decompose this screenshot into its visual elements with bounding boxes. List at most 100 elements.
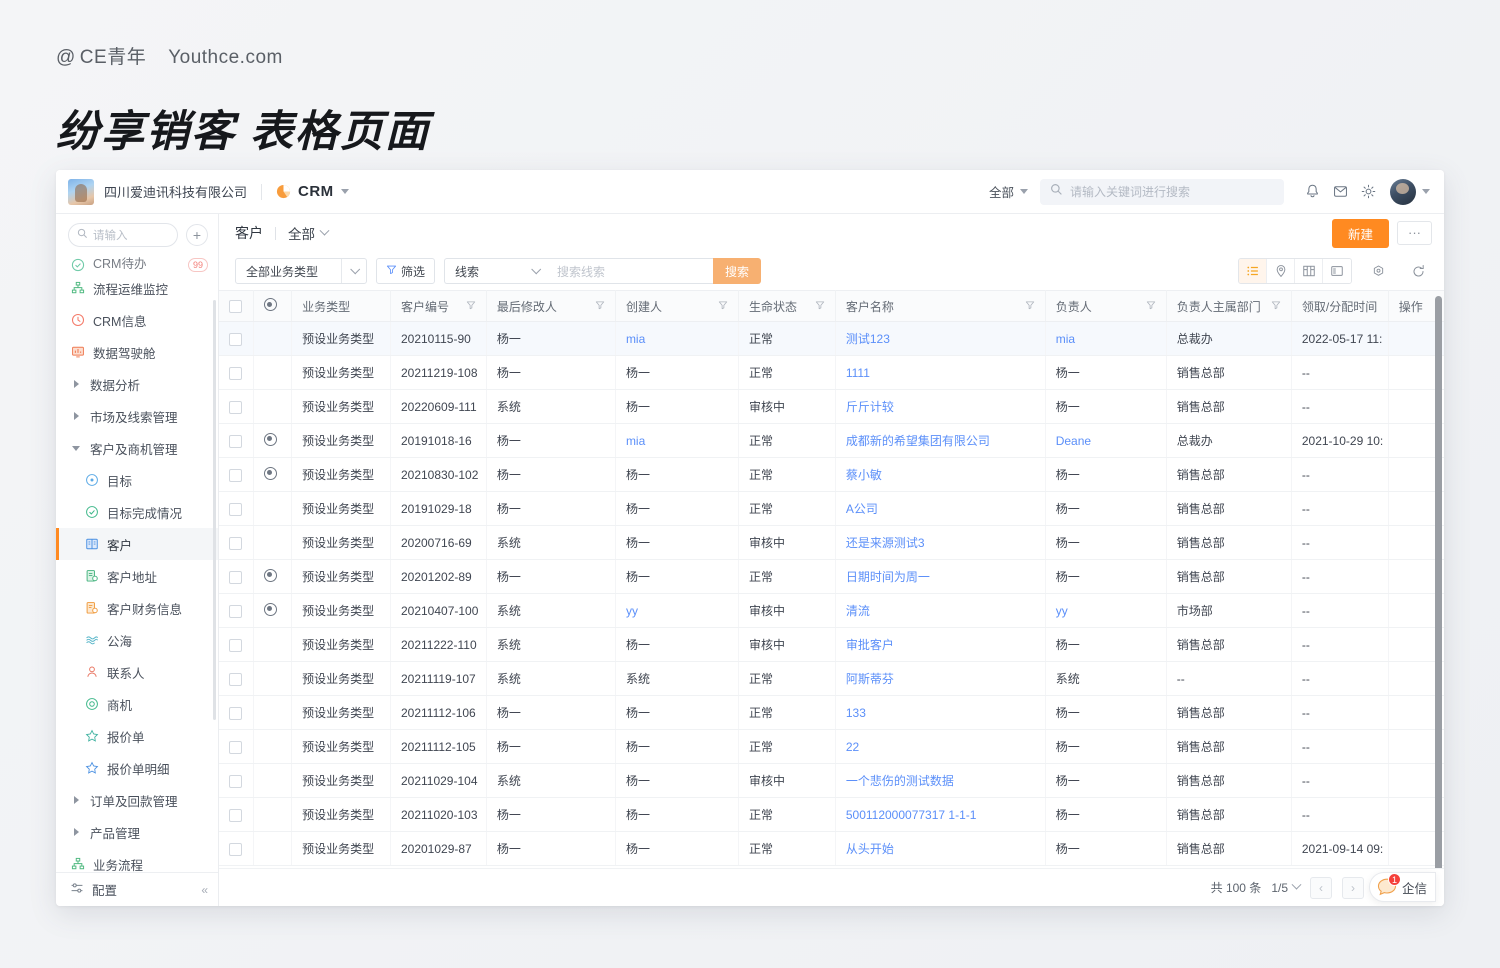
app-switcher[interactable]: CRM <box>276 183 349 200</box>
row-marker-cell[interactable] <box>253 831 293 866</box>
page-scrollbar[interactable] <box>1435 290 1442 868</box>
more-actions-button[interactable]: ··· <box>1397 221 1432 245</box>
table-row[interactable]: 预设业务类型 20210407-100 系统 yy 审核中 清流 yy 市场部 -- <box>219 593 1444 628</box>
row-checkbox[interactable] <box>229 434 242 448</box>
row-marker-icon[interactable] <box>263 602 277 616</box>
sidebar-footer-config[interactable]: 配置 « <box>56 872 218 906</box>
row-checkbox[interactable] <box>229 638 242 652</box>
sidebar-item-customer-address[interactable]: 客户地址 <box>56 560 218 592</box>
table-row[interactable]: 预设业务类型 20211020-103 杨一 杨一 正常 500112000077317 … <box>219 797 1444 832</box>
cell-customer-name[interactable]: 审批客户 <box>835 627 1046 662</box>
row-checkbox-cell[interactable] <box>219 831 254 866</box>
kanban-view-icon[interactable] <box>1295 259 1323 283</box>
th-select-all[interactable] <box>219 290 254 322</box>
cell-customer-name[interactable]: 还是来源测试3 <box>835 525 1046 560</box>
row-marker-icon[interactable] <box>263 432 277 446</box>
row-checkbox-cell[interactable] <box>219 661 254 696</box>
sidebar-item-crm-info[interactable]: CRM信息 <box>56 304 218 336</box>
chevron-down-icon[interactable] <box>340 189 349 194</box>
row-checkbox[interactable] <box>229 740 242 754</box>
row-checkbox[interactable] <box>229 604 242 618</box>
cell-customer-name[interactable]: 蔡小敏 <box>835 457 1046 492</box>
th-customer-name[interactable]: 客户名称 <box>835 290 1046 322</box>
row-marker-cell[interactable] <box>253 321 293 356</box>
sidebar-group-data-analysis[interactable]: 数据分析 <box>56 368 218 400</box>
row-checkbox[interactable] <box>229 366 242 380</box>
cell-customer-name[interactable]: 500112000077317 1-1-1 <box>835 797 1046 832</box>
row-checkbox-cell[interactable] <box>219 525 254 560</box>
row-checkbox-cell[interactable] <box>219 763 254 798</box>
row-checkbox-cell[interactable] <box>219 729 254 764</box>
table-row[interactable]: 预设业务类型 20211029-104 系统 杨一 审核中 一个悲伤的测试数据 杨一 销售总部… <box>219 763 1444 798</box>
sidebar-group-customer-opportunity[interactable]: 客户及商机管理 <box>56 432 218 464</box>
sidebar-item-quote-detail[interactable]: 报价单明细 <box>56 752 218 784</box>
sidebar-search-input[interactable]: 请输入 <box>68 223 178 247</box>
search-button[interactable]: 搜索 <box>713 258 762 284</box>
column-settings-icon[interactable] <box>1364 257 1392 285</box>
row-checkbox-cell[interactable] <box>219 355 254 390</box>
funnel-icon[interactable] <box>718 299 728 313</box>
table-row[interactable]: 预设业务类型 20211222-110 系统 杨一 审核中 审批客户 杨一 销售总部 -- <box>219 627 1444 662</box>
row-marker-cell[interactable] <box>253 729 293 764</box>
row-checkbox-cell[interactable] <box>219 797 254 832</box>
cell-customer-name[interactable]: 阿斯蒂芬 <box>835 661 1046 696</box>
sidebar-item-public-sea[interactable]: 公海 <box>56 624 218 656</box>
view-selector[interactable]: 全部 <box>288 223 330 243</box>
cell-creator[interactable]: mia <box>615 423 740 458</box>
sidebar-item-quote[interactable]: 报价单 <box>56 720 218 752</box>
row-checkbox-cell[interactable] <box>219 491 254 526</box>
funnel-icon[interactable] <box>1271 299 1281 313</box>
search-scope-select[interactable]: 线索 <box>444 258 548 284</box>
funnel-icon[interactable] <box>466 299 476 313</box>
row-marker-cell[interactable] <box>253 559 293 594</box>
th-creator[interactable]: 创建人 <box>615 290 740 322</box>
row-checkbox-cell[interactable] <box>219 627 254 662</box>
sidebar-group-order-payment[interactable]: 订单及回款管理 <box>56 784 218 816</box>
select-all-checkbox[interactable] <box>229 300 242 314</box>
sidebar-item-opportunity[interactable]: 商机 <box>56 688 218 720</box>
add-button[interactable]: + <box>186 224 208 246</box>
table-row[interactable]: 预设业务类型 20200716-69 系统 杨一 审核中 还是来源测试3 杨一 销售总部 -- <box>219 525 1444 560</box>
map-view-icon[interactable] <box>1267 259 1295 283</box>
th-owner[interactable]: 负责人 <box>1045 290 1167 322</box>
table-row[interactable]: 预设业务类型 20220609-111 系统 杨一 审核中 斤斤计较 杨一 销售总部 -- <box>219 389 1444 424</box>
cell-customer-name[interactable]: 133 <box>835 695 1046 730</box>
cell-customer-name[interactable]: 1111 <box>835 355 1046 390</box>
cell-customer-name[interactable]: A公司 <box>835 491 1046 526</box>
bell-icon[interactable] <box>1298 178 1326 206</box>
chevron-down-icon[interactable] <box>1422 189 1430 194</box>
sidebar-item-crm-todo[interactable]: CRM待办 99 <box>56 254 218 272</box>
funnel-icon[interactable] <box>595 299 605 313</box>
row-checkbox[interactable] <box>229 774 242 788</box>
row-checkbox[interactable] <box>229 536 242 550</box>
funnel-icon[interactable] <box>1146 299 1156 313</box>
row-marker-cell[interactable] <box>253 389 293 424</box>
gear-icon[interactable] <box>1354 178 1382 206</box>
table-row[interactable]: 预设业务类型 20191018-16 杨一 mia 正常 成都新的希望集团有限公司 Dean… <box>219 423 1444 458</box>
row-checkbox[interactable] <box>229 808 242 822</box>
table-row[interactable]: 预设业务类型 20211119-107 系统 系统 正常 阿斯蒂芬 系统 -- -- <box>219 661 1444 696</box>
cell-customer-name[interactable]: 22 <box>835 729 1046 764</box>
collapse-sidebar-icon[interactable]: « <box>201 883 208 897</box>
cell-owner[interactable]: Deane <box>1045 423 1167 458</box>
row-checkbox-cell[interactable] <box>219 423 254 458</box>
cell-customer-name[interactable]: 成都新的希望集团有限公司 <box>835 423 1046 458</box>
row-marker-cell[interactable] <box>253 491 293 526</box>
table-row[interactable]: 预设业务类型 20211219-108 杨一 杨一 正常 1111 杨一 销售总部 -- <box>219 355 1444 390</box>
table-row[interactable]: 预设业务类型 20201029-87 杨一 杨一 正常 从头开始 杨一 销售总部 2021-09… <box>219 831 1444 866</box>
row-marker-cell[interactable] <box>253 525 293 560</box>
th-last-modifier[interactable]: 最后修改人 <box>486 290 616 322</box>
refresh-icon[interactable] <box>1404 257 1432 285</box>
row-checkbox-cell[interactable] <box>219 593 254 628</box>
th-assign-time[interactable]: 领取/分配时间 <box>1291 290 1389 322</box>
cell-customer-name[interactable]: 测试123 <box>835 321 1046 356</box>
new-button[interactable]: 新建 <box>1331 218 1389 248</box>
sidebar-item-business-process[interactable]: 业务流程 <box>56 848 218 872</box>
avatar[interactable] <box>1390 178 1416 205</box>
row-checkbox[interactable] <box>229 468 242 482</box>
cell-customer-name[interactable]: 从头开始 <box>835 831 1046 866</box>
global-search-input[interactable]: 请输入关键词进行搜索 <box>1040 178 1284 205</box>
funnel-icon[interactable] <box>815 299 825 313</box>
funnel-icon[interactable] <box>1025 299 1035 313</box>
row-checkbox-cell[interactable] <box>219 695 254 730</box>
